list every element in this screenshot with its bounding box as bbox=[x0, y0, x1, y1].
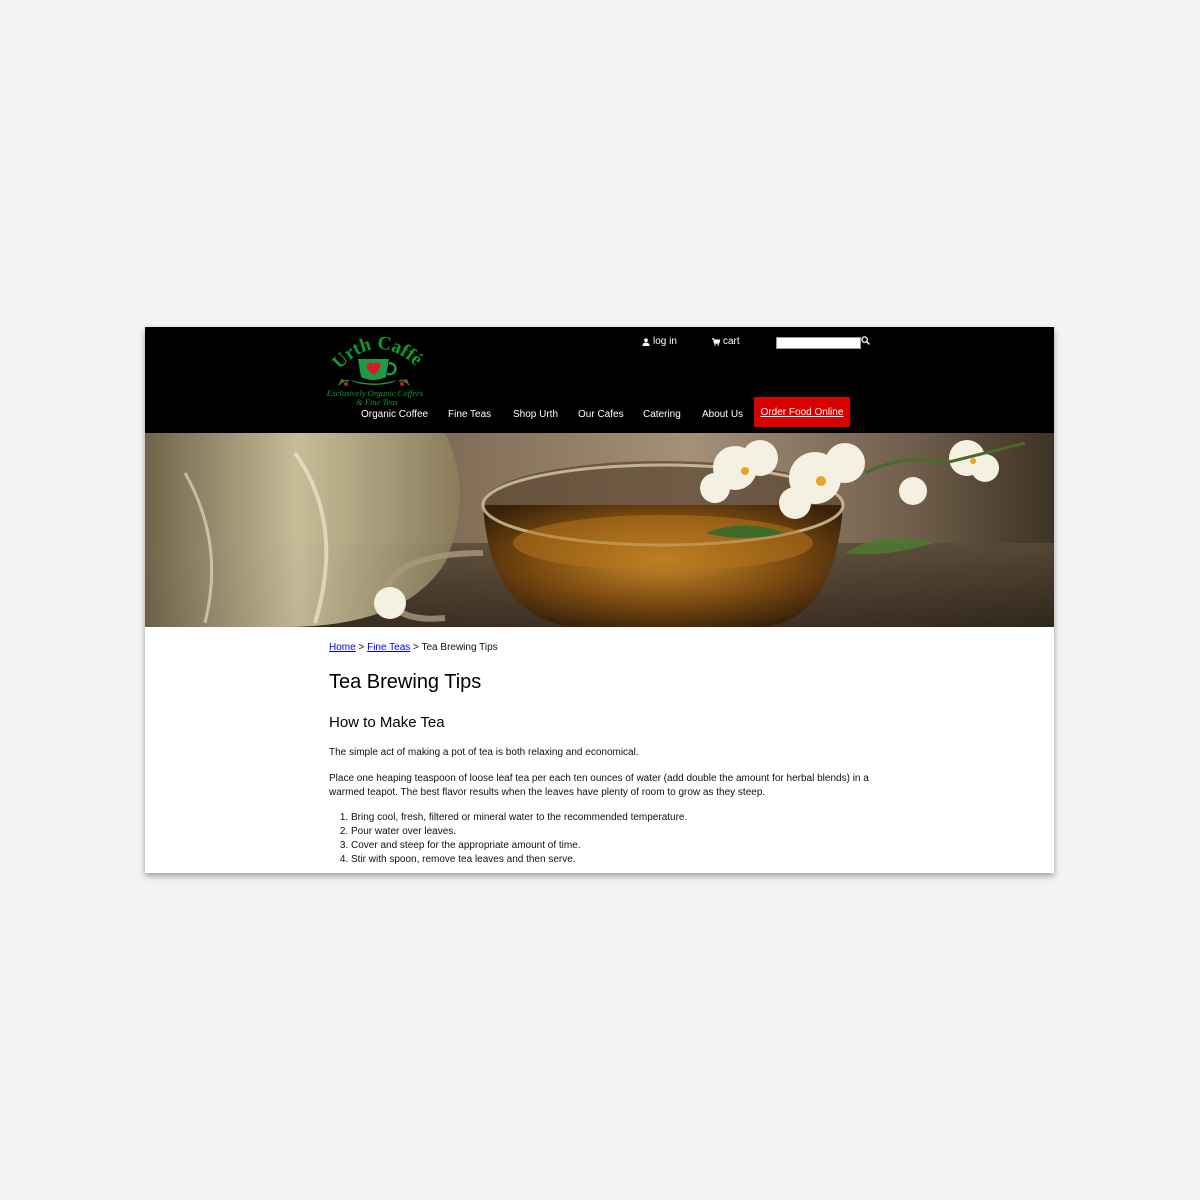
instructions-paragraph: Place one heaping teaspoon of loose leaf… bbox=[329, 773, 869, 798]
nav-organic-coffee[interactable]: Organic Coffee bbox=[361, 409, 428, 420]
urth-caffe-logo[interactable]: Urth Caffé Exclusively Organic Coffees &… bbox=[327, 333, 423, 411]
login-link[interactable]: log in bbox=[642, 336, 677, 347]
list-item: Cover and steep for the appropriate amou… bbox=[351, 839, 687, 853]
search-input[interactable] bbox=[776, 337, 861, 349]
brewing-steps-list: Bring cool, fresh, filtered or mineral w… bbox=[329, 811, 687, 867]
login-label: log in bbox=[653, 336, 677, 347]
cart-label: cart bbox=[723, 336, 740, 347]
list-item: Stir with spoon, remove tea leaves and t… bbox=[351, 853, 687, 867]
section-heading: How to Make Tea bbox=[329, 714, 445, 731]
nav-shop-urth[interactable]: Shop Urth bbox=[513, 409, 558, 420]
intro-paragraph: The simple act of making a pot of tea is… bbox=[329, 747, 639, 758]
svg-text:& Fine Teas: & Fine Teas bbox=[356, 397, 398, 407]
site-header: Urth Caffé Exclusively Organic Coffees &… bbox=[145, 327, 1054, 433]
nav-about-us[interactable]: About Us bbox=[702, 409, 743, 420]
list-item: Bring cool, fresh, filtered or mineral w… bbox=[351, 811, 687, 825]
breadcrumb-home-link[interactable]: Home bbox=[329, 642, 356, 653]
breadcrumb-separator: > bbox=[355, 642, 368, 653]
cart-icon bbox=[712, 337, 720, 346]
nav-catering[interactable]: Catering bbox=[643, 409, 681, 420]
breadcrumb-current: Tea Brewing Tips bbox=[421, 642, 498, 653]
browser-page: Urth Caffé Exclusively Organic Coffees &… bbox=[145, 327, 1054, 873]
nav-our-cafes[interactable]: Our Cafes bbox=[578, 409, 624, 420]
search-icon bbox=[861, 336, 871, 345]
nav-fine-teas[interactable]: Fine Teas bbox=[448, 409, 491, 420]
order-food-online-button[interactable]: Order Food Online bbox=[754, 397, 850, 427]
list-item: Pour water over leaves. bbox=[351, 825, 687, 839]
page-title: Tea Brewing Tips bbox=[329, 671, 482, 693]
breadcrumb-separator: > bbox=[410, 642, 422, 653]
user-icon bbox=[642, 337, 650, 346]
search-button[interactable] bbox=[861, 336, 871, 346]
breadcrumb-fine-teas-link[interactable]: Fine Teas bbox=[367, 642, 410, 653]
hero-banner-image bbox=[145, 433, 1054, 627]
breadcrumb: Home > Fine Teas > Tea Brewing Tips bbox=[329, 642, 498, 653]
cart-link[interactable]: cart bbox=[712, 336, 740, 347]
